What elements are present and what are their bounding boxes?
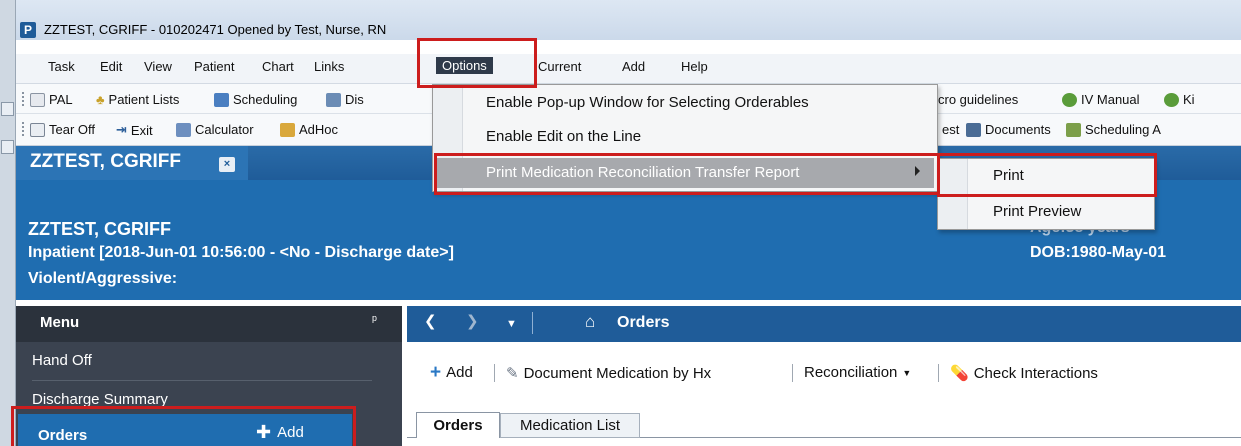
menu-edit[interactable]: Edit [100,59,122,74]
menu-help[interactable]: Help [681,59,708,74]
side-menu-title: Menu [40,314,80,331]
menu-task[interactable]: Task [48,59,75,74]
menu-add[interactable]: Add [622,59,645,74]
menu-current[interactable]: Current [538,59,581,74]
highlight-box-print-report [434,153,940,195]
header-divider [532,312,533,334]
menu-bar: Task Edit View Patient Chart Links Optio… [16,54,1241,84]
tab-orders[interactable]: Orders [416,412,500,438]
banner-alert: Violent/Aggressive: [28,270,178,287]
menu-links[interactable]: Links [314,59,344,74]
scheduling-button[interactable]: Scheduling [214,92,297,107]
highlight-box-options [417,38,537,88]
pill-icon: 💊 [950,365,969,382]
strip-button-icon[interactable] [1,102,14,116]
menu-patient[interactable]: Patient [194,59,234,74]
highlight-box-print [937,153,1157,197]
calculator-icon [176,122,191,137]
history-dropdown-icon[interactable]: ▼ [506,318,517,330]
orders-title: Orders [617,314,670,331]
app-logo-icon: P [20,22,36,38]
globe-search-icon [1164,92,1179,107]
menu-view[interactable]: View [144,59,172,74]
scheduling-icon [1066,122,1081,137]
exit-icon: ⇥ [116,122,127,137]
toolbar-divider [494,364,495,382]
toolbar-divider [792,364,793,382]
menu-chart[interactable]: Chart [262,59,294,74]
left-window-strip [0,0,16,446]
forward-arrow-icon[interactable]: ❯ [466,312,479,330]
sidebar-divider [32,380,372,381]
tear-off-button[interactable]: Tear Off [30,122,95,137]
dis-button[interactable]: Dis [326,92,364,107]
toolbar-grip[interactable] [22,122,25,136]
plus-icon: + [430,362,442,383]
exit-button[interactable]: ⇥ Exit [116,122,153,138]
tab-medication-list[interactable]: Medication List [500,413,640,438]
banner-encounter: Inpatient [2018-Jun-01 10:56:00 - <No - … [28,244,454,261]
ki-button[interactable]: Ki [1164,92,1195,107]
patient-lists-icon: ♣ [96,92,105,107]
globe-search-icon [1062,92,1077,107]
menu-item-enable-edit-line[interactable]: Enable Edit on the Line [486,128,641,145]
calculator-button[interactable]: Calculator [176,122,254,137]
document-medication-icon: ✎ [506,365,519,382]
back-arrow-icon[interactable]: ❮ [424,312,437,330]
tear-off-icon [30,122,45,137]
check-interactions-button[interactable]: 💊 Check Interactions [950,364,1098,383]
banner-dob: DOB:1980-May-01 [1030,244,1167,261]
add-order-button[interactable]: + Add [430,362,473,383]
pal-icon [30,92,45,107]
pal-button[interactable]: PAL [30,92,73,107]
adhoc-icon [280,122,295,137]
patient-tab-label[interactable]: ZZTEST, CGRIFF [30,151,181,173]
strip-button-icon[interactable] [1,140,14,154]
documents-button[interactable]: Documents [966,122,1051,137]
dis-icon [326,92,341,107]
toolbar-divider [938,364,939,382]
calendar-icon [214,92,229,107]
toolbar-grip[interactable] [22,92,25,106]
iv-manual-button[interactable]: IV Manual [1062,92,1140,107]
request-button[interactable]: est [942,122,959,137]
documents-icon [966,122,981,137]
menu-item-enable-popup[interactable]: Enable Pop-up Window for Selecting Order… [486,94,809,111]
submenu-item-print-preview[interactable]: Print Preview [993,203,1081,220]
banner-patient-name: ZZTEST, CGRIFF [28,219,171,239]
patient-lists-button[interactable]: ♣ Patient Lists [96,92,179,107]
highlight-box-orders [11,406,356,446]
adhoc-button[interactable]: AdHoc [280,122,338,137]
pin-icon[interactable]: ᵖ [372,312,377,327]
home-icon[interactable]: ⌂ [585,312,595,332]
scheduling-appointment-button[interactable]: Scheduling A [1066,122,1161,137]
chevron-down-icon: ▼ [902,367,912,378]
reconciliation-dropdown[interactable]: Reconciliation ▼ [804,364,911,381]
close-tab-icon[interactable]: × [219,157,235,172]
sidebar-item-hand-off[interactable]: Hand Off [32,352,92,369]
window-title: ZZTEST, CGRIFF - 010202471 Opened by Tes… [44,22,387,37]
micro-guidelines-button[interactable]: cro guidelines [938,92,1018,107]
document-medication-button[interactable]: ✎ Document Medication by Hx [506,364,711,383]
